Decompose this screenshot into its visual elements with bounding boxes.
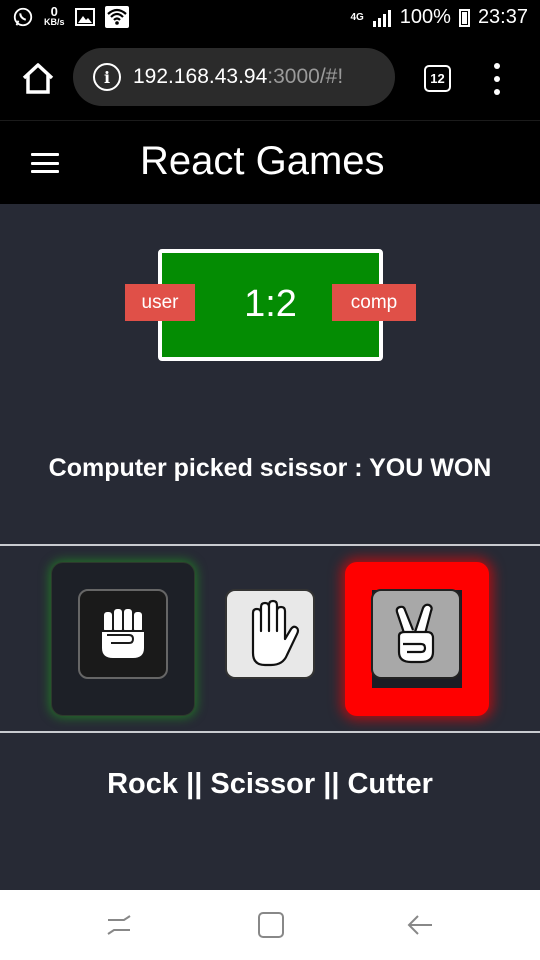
status-left-icons: 0 KB/s — [12, 4, 129, 28]
whatsapp-icon — [13, 7, 33, 27]
recent-apps-icon[interactable] — [102, 910, 136, 940]
user-label: user — [125, 284, 195, 321]
result-message: Computer picked scissor : YOU WON — [48, 454, 492, 482]
home-nav-icon[interactable] — [254, 910, 288, 940]
clock: 23:37 — [477, 6, 528, 28]
tab-switcher-button[interactable]: 12 — [424, 65, 451, 92]
image-icon — [74, 8, 95, 26]
paper-hand-icon — [251, 599, 300, 667]
system-nav-bar — [0, 890, 540, 960]
cutter-scissor-hand-icon — [395, 603, 435, 664]
status-right-icons: 4G 100% 23:37 — [350, 6, 528, 29]
divider-top — [0, 544, 540, 546]
back-icon[interactable] — [404, 910, 438, 940]
url-host: 192.168.43.94 — [133, 65, 268, 88]
address-bar[interactable]: i 192.168.43.94:3000/#! — [73, 48, 395, 106]
status-bar: 0 KB/s 4G 100% 23:37 — [0, 0, 540, 38]
network-type: 4G — [350, 11, 364, 23]
url-path: :3000/#! — [267, 65, 344, 88]
url-text[interactable]: 192.168.43.94:3000/#! — [133, 65, 343, 89]
computer-label: comp — [332, 284, 416, 321]
home-icon[interactable] — [18, 58, 58, 98]
wifi-icon — [104, 6, 129, 28]
rock-button[interactable] — [78, 589, 168, 679]
battery-icon — [458, 8, 470, 27]
browser-toolbar: i 192.168.43.94:3000/#! 12 — [0, 38, 540, 120]
app-title: React Games — [140, 139, 385, 183]
paper-button[interactable] — [225, 589, 315, 679]
hamburger-menu-icon[interactable] — [31, 153, 59, 173]
app-header: React Games — [0, 120, 540, 204]
data-speed-value: 0 — [50, 4, 58, 19]
info-icon[interactable]: i — [93, 63, 121, 91]
rock-fist-icon — [100, 607, 146, 660]
overflow-menu-icon[interactable] — [490, 63, 504, 95]
cutter-button[interactable] — [371, 589, 461, 679]
data-speed-indicator: 0 KB/s — [44, 4, 65, 27]
divider-bottom — [0, 731, 540, 733]
data-speed-unit: KB/s — [44, 17, 65, 27]
battery-percent: 100% — [399, 6, 451, 28]
game-name: Rock || Scissor || Cutter — [107, 768, 433, 800]
signal-icon — [372, 9, 391, 27]
